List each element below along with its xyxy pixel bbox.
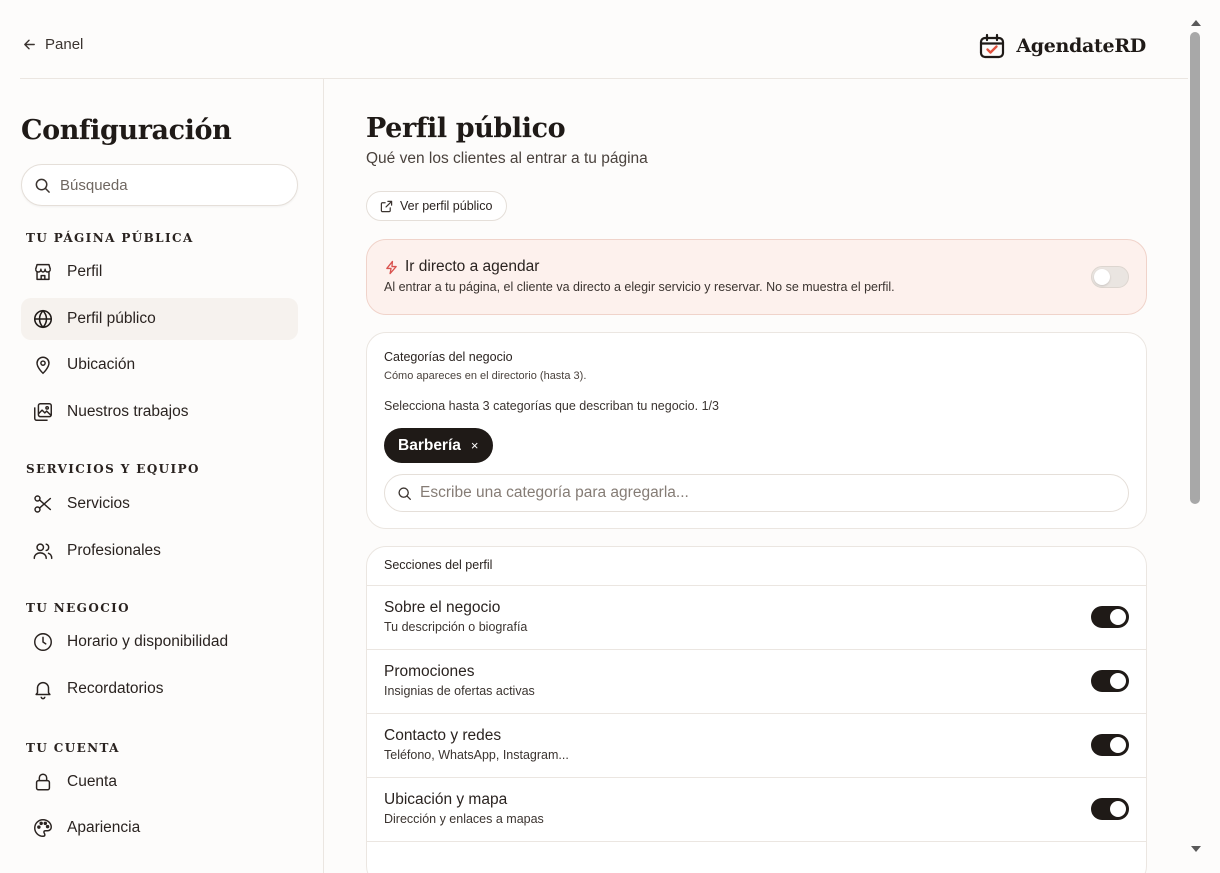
categories-card: Categorías del negocio Cómo apareces en … [366, 332, 1147, 529]
brand-logo[interactable]: AgendateRD [978, 32, 1146, 60]
section-row-title: Sobre el negocio [384, 599, 501, 616]
page-title: Perfil público [366, 113, 566, 144]
section-contact-toggle[interactable] [1091, 734, 1129, 756]
direct-booking-card: Ir directo a agendar Al entrar a tu pági… [366, 239, 1147, 315]
section-row-promotions: Promociones Insignias de ofertas activas [367, 649, 1146, 713]
section-row-about: Sobre el negocio Tu descripción o biogra… [367, 585, 1146, 649]
sidebar-item-label: Perfil [67, 263, 103, 280]
page-scrollbar[interactable] [1188, 0, 1204, 873]
category-chip[interactable]: Barbería × [384, 428, 493, 463]
brand-name: AgendateRD [1016, 35, 1146, 57]
gallery-icon [34, 403, 52, 421]
search-icon [398, 486, 411, 500]
clock-icon [34, 633, 52, 651]
section-row-description: Insignias de ofertas activas [384, 684, 535, 698]
toggle-knob [1110, 801, 1126, 817]
toggle-knob [1110, 737, 1126, 753]
settings-sidebar: Configuración Tu página pública Perfil P… [0, 79, 324, 873]
palette-icon [34, 819, 52, 837]
categories-title: Categorías del negocio [384, 350, 513, 364]
direct-booking-toggle[interactable] [1091, 266, 1129, 288]
globe-icon [33, 309, 53, 329]
sidebar-item-servicios[interactable]: Servicios [21, 483, 298, 525]
sidebar-item-label: Recordatorios [67, 680, 164, 697]
section-promotions-toggle[interactable] [1091, 670, 1129, 692]
view-public-profile-button[interactable]: Ver perfil público [366, 191, 508, 221]
bell-icon [35, 681, 51, 700]
section-row-location: Ubicación y mapa Dirección y enlaces a m… [367, 777, 1146, 841]
direct-booking-title: Ir directo a agendar [384, 258, 539, 276]
sidebar-item-horario[interactable]: Horario y disponibilidad [21, 621, 298, 663]
storefront-icon [34, 263, 52, 281]
category-search-input[interactable] [420, 484, 1110, 502]
sidebar-item-cuenta[interactable]: Cuenta [21, 761, 298, 803]
section-row-next [367, 841, 1146, 873]
search-icon [35, 178, 50, 193]
sidebar-item-label: Nuestros trabajos [67, 403, 189, 420]
calendar-check-icon [980, 33, 1005, 59]
toggle-knob [1094, 269, 1110, 285]
sidebar-search[interactable] [21, 164, 298, 206]
page-subtitle: Qué ven los clientes al entrar a tu pági… [366, 150, 648, 167]
sidebar-item-nuestros-trabajos[interactable]: Nuestros trabajos [21, 391, 298, 433]
remove-category-icon[interactable]: × [471, 438, 479, 453]
sidebar-item-label: Perfil público [67, 310, 156, 327]
scroll-up-arrow-icon[interactable] [1191, 20, 1201, 26]
arrow-left-icon [24, 39, 35, 50]
bolt-icon [386, 260, 397, 274]
profile-sections-title: Secciones del perfil [384, 558, 493, 572]
sidebar-item-apariencia[interactable]: Apariencia [21, 807, 298, 849]
group-label-account: Tu cuenta [26, 741, 120, 755]
category-chip-label: Barbería [398, 436, 461, 454]
main-content: Perfil público Qué ven los clientes al e… [324, 79, 1188, 873]
section-about-toggle[interactable] [1091, 606, 1129, 628]
section-location-toggle[interactable] [1091, 798, 1129, 820]
categories-hint: Selecciona hasta 3 categorías que descri… [384, 399, 719, 413]
section-row-title: Promociones [384, 663, 475, 680]
scrollbar-thumb[interactable] [1190, 32, 1200, 504]
categories-subtitle: Cómo apareces en el directorio (hasta 3)… [384, 370, 587, 382]
sidebar-search-input[interactable] [60, 176, 270, 194]
sidebar-title: Configuración [21, 115, 232, 146]
users-icon [33, 543, 53, 560]
group-label-services: Servicios y equipo [26, 462, 200, 476]
sidebar-item-recordatorios[interactable]: Recordatorios [21, 668, 298, 710]
view-public-profile-label: Ver perfil público [400, 199, 493, 213]
sidebar-item-perfil-publico[interactable]: Perfil público [21, 298, 298, 340]
sidebar-item-profesionales[interactable]: Profesionales [21, 530, 298, 572]
map-pin-icon [36, 356, 50, 375]
sidebar-item-label: Servicios [67, 495, 130, 512]
section-row-description: Dirección y enlaces a mapas [384, 812, 544, 826]
sidebar-item-label: Horario y disponibilidad [67, 633, 229, 650]
external-link-icon [380, 200, 393, 212]
sidebar-item-label: Apariencia [67, 819, 141, 836]
toggle-knob [1110, 673, 1126, 689]
sidebar-item-ubicacion[interactable]: Ubicación [21, 344, 298, 386]
scissors-icon [34, 495, 52, 513]
back-to-panel-link[interactable]: Panel [22, 36, 83, 53]
toggle-knob [1110, 609, 1126, 625]
section-row-title: Ubicación y mapa [384, 791, 508, 808]
direct-booking-description: Al entrar a tu página, el cliente va dir… [384, 280, 895, 294]
section-row-description: Tu descripción o biografía [384, 620, 528, 634]
profile-sections-card: Secciones del perfil Sobre el negocio Tu… [366, 546, 1147, 873]
section-row-description: Teléfono, WhatsApp, Instagram... [384, 748, 569, 762]
back-label: Panel [45, 36, 84, 53]
top-bar: Panel AgendateRD [0, 0, 1188, 80]
section-row-contact: Contacto y redes Teléfono, WhatsApp, Ins… [367, 713, 1146, 777]
section-row-title: Contacto y redes [384, 727, 502, 744]
lock-icon [35, 773, 51, 791]
group-label-business: Tu negocio [26, 601, 131, 615]
scroll-down-arrow-icon[interactable] [1191, 846, 1201, 852]
direct-booking-title-text: Ir directo a agendar [405, 258, 540, 275]
group-label-public-page: Tu página pública [26, 231, 194, 245]
sidebar-item-label: Cuenta [67, 773, 117, 790]
category-search[interactable] [384, 474, 1129, 512]
sidebar-item-label: Ubicación [67, 356, 136, 373]
sidebar-item-perfil[interactable]: Perfil [21, 251, 298, 293]
sidebar-item-label: Profesionales [67, 542, 161, 559]
